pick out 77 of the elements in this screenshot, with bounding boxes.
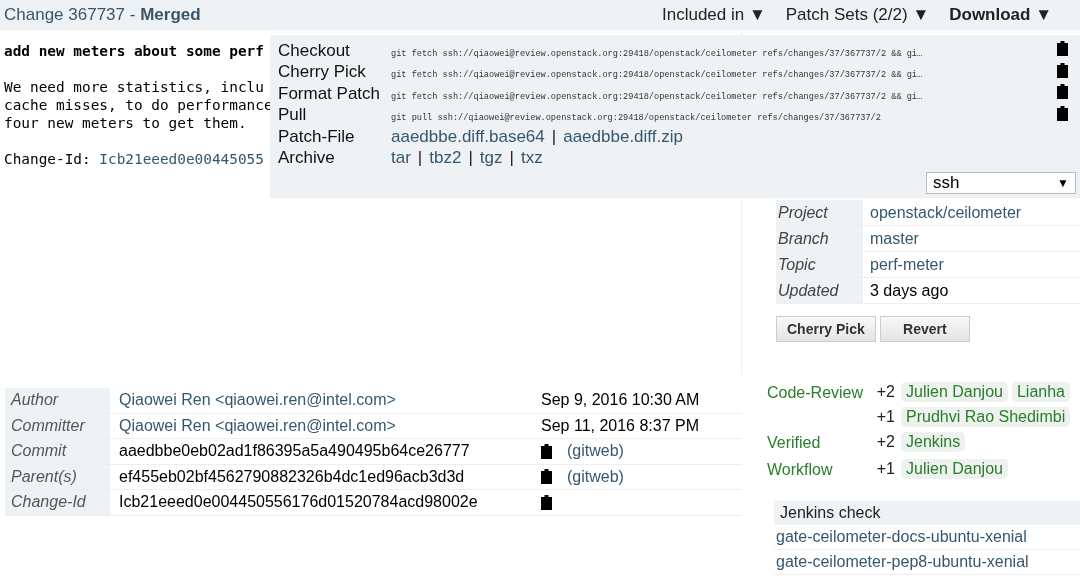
command-text: git fetch ssh://qiaowei@review.openstack.org:29418/openstack/ceilometer refs/changes/37/367737/2 && gi…: [391, 48, 923, 59]
reviewer-chip[interactable]: Julien Danjou: [901, 382, 1008, 402]
scheme-select[interactable]: ssh ▼: [926, 172, 1076, 194]
person-link[interactable]: Qiaowei Ren <qiaowei.ren@intel.com>: [119, 391, 396, 410]
change-title: Change 367737 - Merged: [4, 5, 201, 25]
field-link[interactable]: openstack/ceilometer: [870, 203, 1022, 222]
jenkins-header: Jenkins check: [774, 501, 1080, 525]
label-name: Verified: [767, 434, 821, 452]
menu-dropdown[interactable]: Patch Sets (2/2) ▼: [785, 5, 930, 25]
vote-score: +1: [875, 408, 896, 426]
hash-text: ef455eb02bf4562790882326b4dc1ed96acb3d3d: [119, 467, 465, 486]
download-link[interactable]: txz: [520, 148, 543, 169]
date-text: Sep 11, 2016 8:37 PM: [541, 416, 700, 435]
clipboard-icon[interactable]: [1057, 84, 1068, 100]
commit-message-line: four new meters to get them.: [4, 114, 247, 132]
command-text: git fetch ssh://qiaowei@review.openstack.org:29418/openstack/ceilometer refs/changes/37/367737/2 && gi…: [391, 70, 923, 81]
field-label: Updated: [778, 281, 839, 300]
field-label: Commit: [11, 442, 67, 461]
date-text: Sep 9, 2016 10:30 AM: [541, 391, 700, 410]
field-link[interactable]: perf-meter: [870, 255, 944, 274]
field-value: 3 days ago: [870, 281, 949, 300]
download-link[interactable]: tar: [391, 148, 411, 169]
vote-score: +1: [875, 460, 896, 478]
person-link[interactable]: Qiaowei Ren <qiaowei.ren@intel.com>: [119, 416, 396, 435]
field-label: Author: [11, 391, 59, 410]
command-text: git fetch ssh://qiaowei@review.openstack.org:29418/openstack/ceilometer refs/changes/37/367737/2 && gi…: [391, 91, 923, 102]
field-label: Branch: [778, 229, 829, 248]
change-id-link[interactable]: Icb21eeed0e00445055: [99, 150, 264, 168]
field-label: Topic: [778, 255, 816, 274]
menu-dropdown[interactable]: Download ▼: [949, 5, 1052, 25]
job-link[interactable]: gate-ceilometer-docs-ubuntu-xenial: [774, 525, 1080, 550]
clipboard-icon[interactable]: [1057, 62, 1068, 78]
download-label: Patch-File: [278, 126, 355, 147]
gitweb-link[interactable]: (gitweb): [567, 442, 624, 461]
reviewer-chip[interactable]: Jenkins: [901, 432, 966, 452]
commit-message-line: cache misses, to do performance: [4, 96, 273, 114]
vote-score: +2: [875, 433, 896, 451]
clipboard-icon[interactable]: [1057, 41, 1068, 57]
download-link[interactable]: tbz2: [429, 148, 462, 169]
command-label: Cherry Pick: [278, 62, 366, 83]
clipboard-icon[interactable]: [541, 494, 552, 510]
separator-text: |: [417, 148, 423, 169]
action-button[interactable]: Cherry Pick: [776, 316, 876, 342]
download-label: Archive: [278, 148, 335, 169]
command-label: Checkout: [278, 40, 350, 61]
job-link[interactable]: gate-ceilometer-pep8-ubuntu-xenial: [774, 550, 1080, 575]
command-text: git pull ssh://qiaowei@review.openstack.org:29418/openstack/ceilometer refs/changes/37/367737/2: [391, 113, 881, 124]
command-label: Pull: [278, 105, 307, 126]
gitweb-link[interactable]: (gitweb): [567, 467, 624, 486]
separator-text: |: [468, 148, 473, 169]
commit-subject: add new meters about some perf: [4, 42, 264, 60]
clipboard-icon[interactable]: [1057, 105, 1068, 121]
menu-dropdown[interactable]: Included in ▼: [661, 5, 766, 25]
field-label: Project: [778, 203, 828, 222]
download-link[interactable]: tgz: [479, 148, 503, 169]
separator-text: |: [509, 148, 514, 169]
download-link[interactable]: aaedbbe.diff.zip: [563, 126, 683, 147]
clipboard-icon[interactable]: [541, 443, 552, 459]
label-name: Code-Review: [767, 384, 864, 402]
hash-text: aaedbbe0eb02ad1f86395a5a490495b64ce26777: [119, 442, 470, 461]
download-link[interactable]: aaedbbe.diff.base64: [391, 126, 545, 147]
reviewer-chip[interactable]: Julien Danjou: [901, 459, 1008, 479]
hash-text: Icb21eeed0e004450556176d01520784acd98002e: [119, 493, 478, 512]
field-label: Parent(s): [11, 467, 77, 486]
vote-score: +2: [875, 383, 896, 401]
change-id-label: Change-Id:: [4, 150, 91, 168]
label-name: Workflow: [767, 461, 833, 479]
action-button[interactable]: Revert: [879, 316, 970, 342]
reviewer-chip[interactable]: Lianha: [1011, 382, 1070, 402]
clipboard-icon[interactable]: [541, 469, 552, 485]
field-label: Change-Id: [11, 493, 86, 512]
commit-message-line: We need more statistics, inclu: [4, 78, 264, 96]
separator-text: |: [551, 126, 557, 147]
command-label: Format Patch: [278, 83, 381, 104]
field-label: Committer: [11, 416, 85, 435]
reviewer-chip[interactable]: Prudhvi Rao Shedimbi: [901, 407, 1071, 427]
field-link[interactable]: master: [870, 229, 919, 248]
